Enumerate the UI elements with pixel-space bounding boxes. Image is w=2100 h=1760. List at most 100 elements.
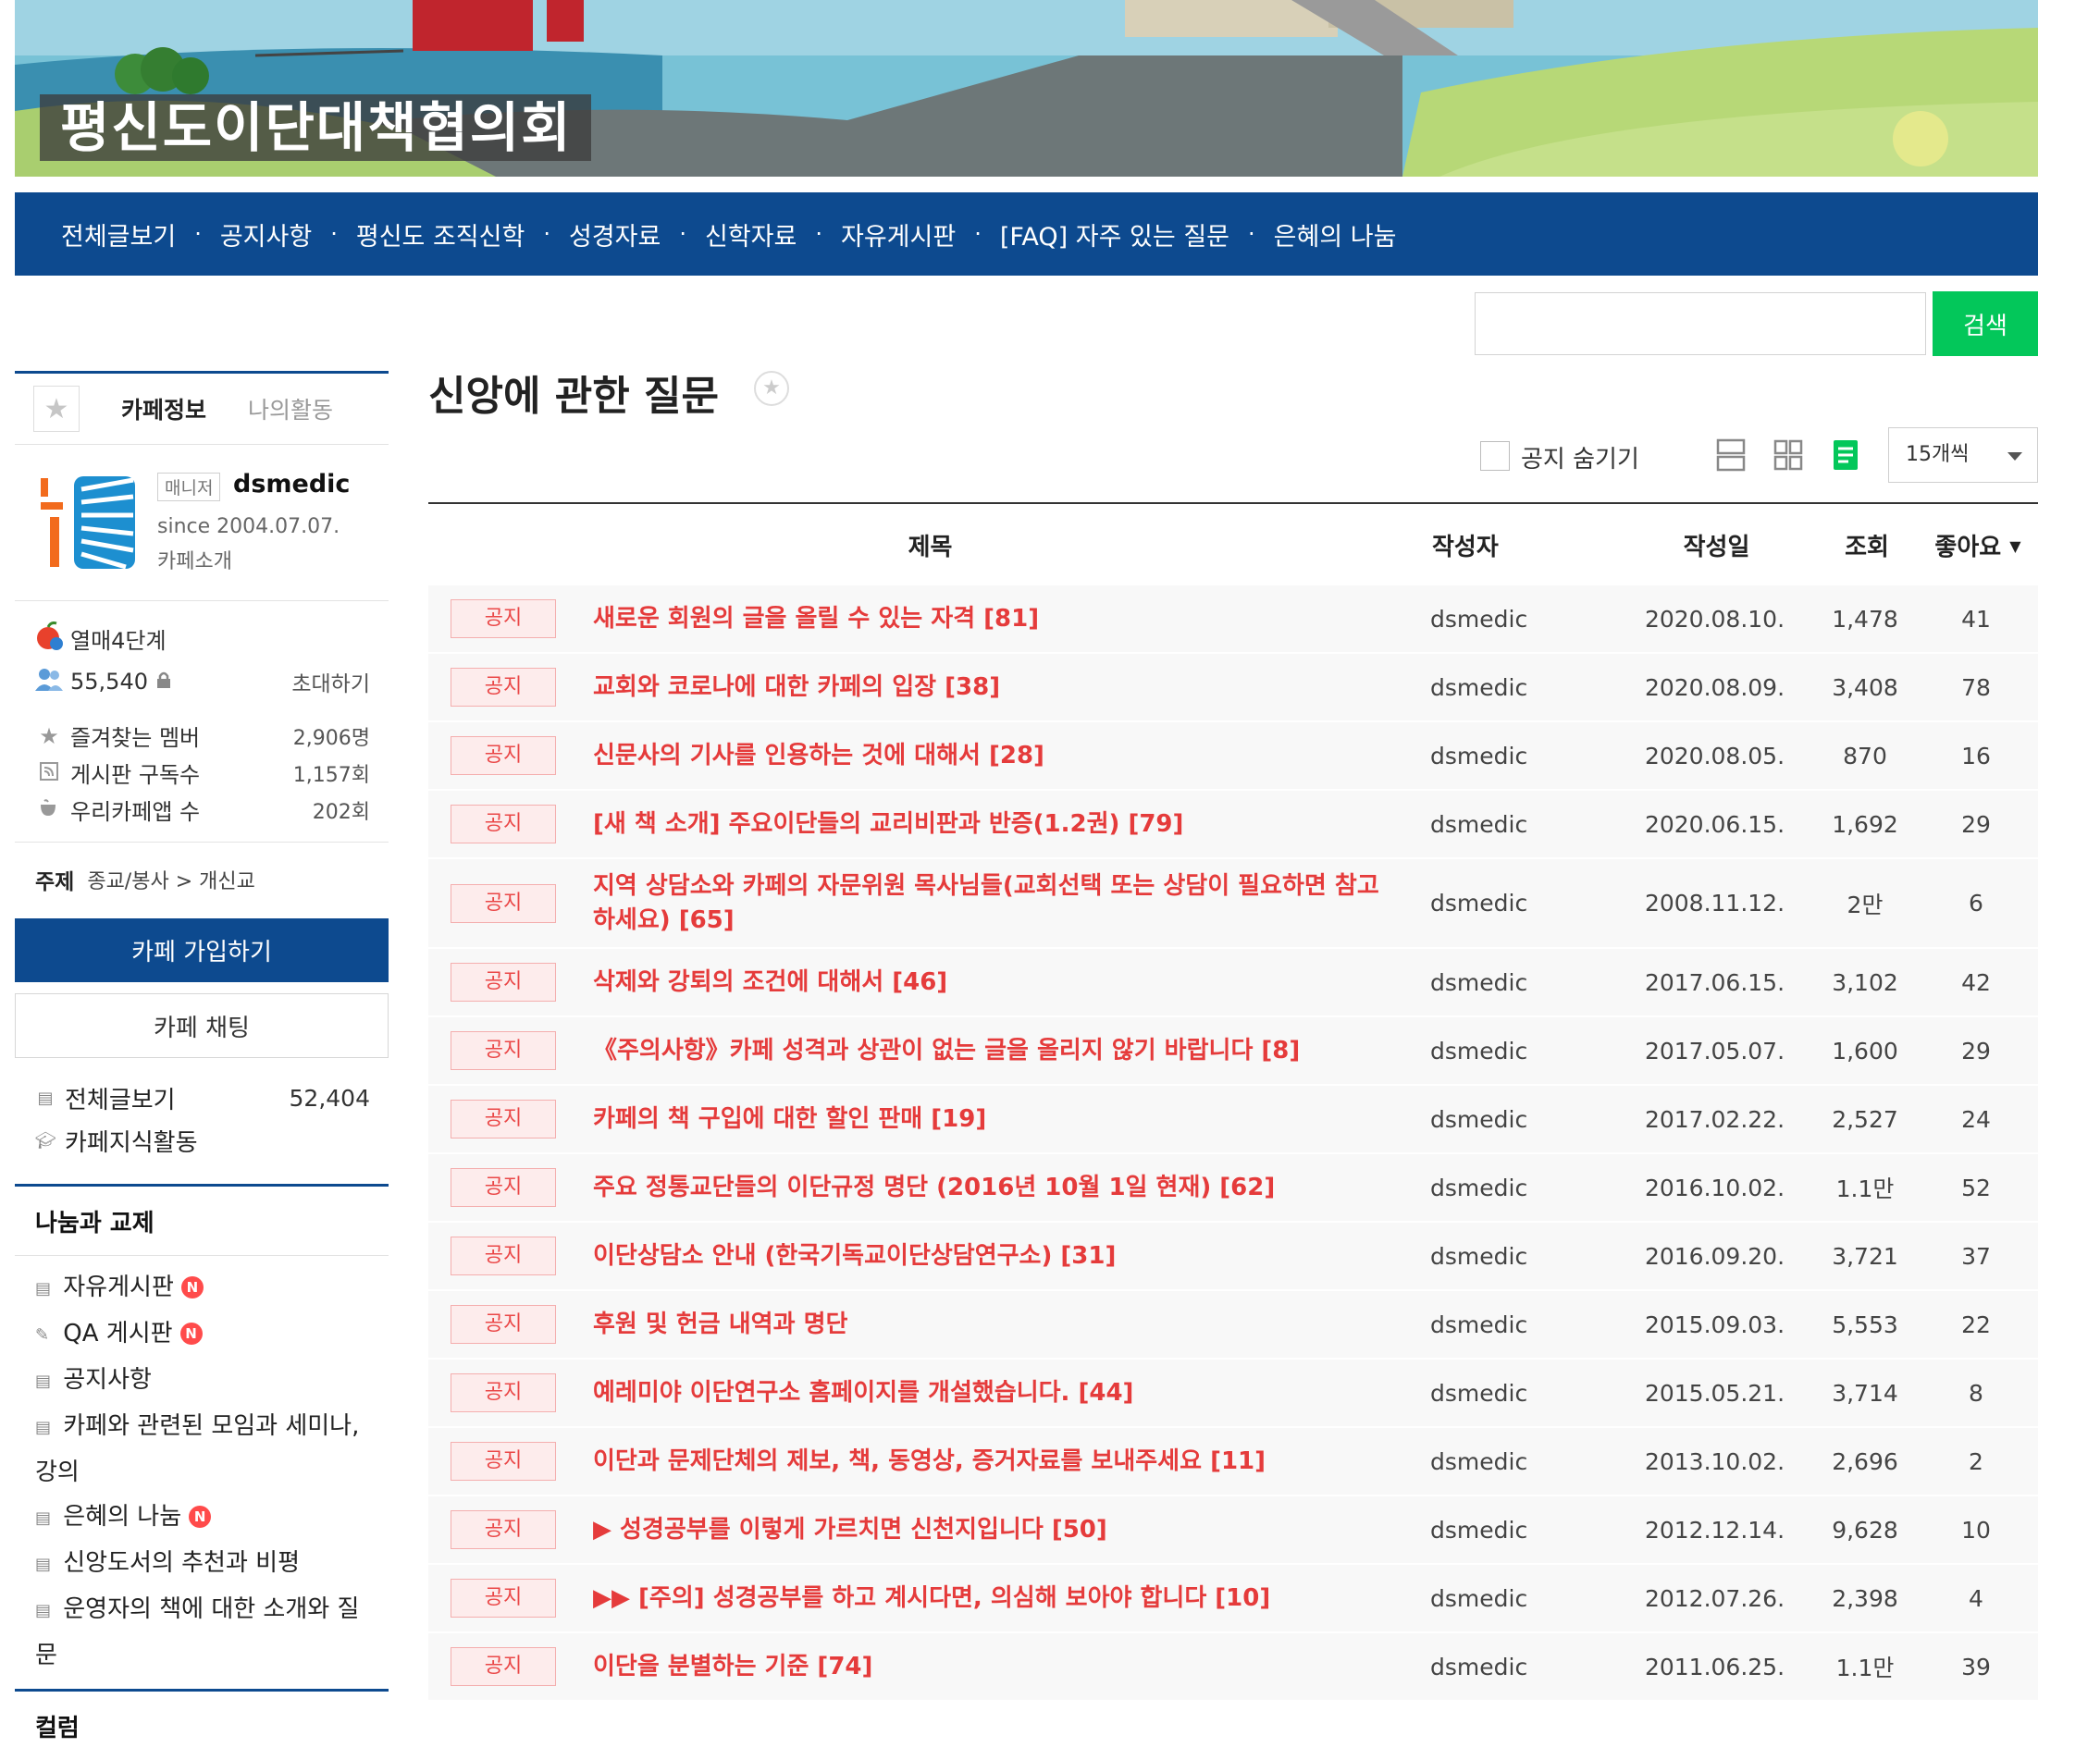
nav-separator: · [815, 221, 822, 247]
cafe-intro-link[interactable]: 카페소개 [157, 545, 232, 574]
column-likes[interactable]: 좋아요 ▼ [1918, 528, 2038, 562]
nav-item-free-board[interactable]: 자유게시판 [841, 216, 956, 252]
board-label: QA 게시판 [63, 1320, 173, 1348]
article-title-link[interactable]: ▶ 성경공부를 이렇게 가르치면 신천지입니다 [50] [593, 1513, 1393, 1547]
cafe-title[interactable]: 평신도이단대책협의회 [40, 94, 591, 161]
author-name[interactable]: dsmedic [1430, 1380, 1615, 1407]
cafe-level-row: 열매4단계 [33, 622, 370, 655]
article-title-link[interactable]: 삭제와 강퇴의 조건에 대해서 [46] [593, 966, 1393, 1000]
table-row: 공지 이단을 분별하는 기준 [74] dsmedic 2011.06.25. 1.1만… [428, 1633, 2038, 1702]
article-title-link[interactable]: 후원 및 헌금 내역과 명단 [593, 1308, 1393, 1342]
author-name[interactable]: dsmedic [1430, 811, 1615, 838]
nav-item-grace-sharing[interactable]: 은혜의 나눔 [1274, 216, 1397, 252]
hide-notice-label[interactable]: 공지 숨기기 [1521, 440, 1639, 474]
column-views: 조회 [1845, 533, 1889, 561]
author-name[interactable]: dsmedic [1430, 969, 1615, 996]
author-name[interactable]: dsmedic [1430, 1175, 1615, 1201]
author-name[interactable]: dsmedic [1430, 1517, 1615, 1544]
article-title-link[interactable]: [새 책 소개] 주요이단들의 교리비판과 반증(1.2권) [79] [593, 807, 1393, 842]
sidebar-item-book-reviews[interactable]: ▤ 신앙도서의 추천과 비평 [15, 1541, 389, 1587]
topic-label: 주제 [35, 870, 75, 894]
sidebar-item-knowledge[interactable]: 🎓︎ 카페지식활동 [15, 1119, 389, 1162]
sidebar-item-grace-sharing[interactable]: ▤ 은혜의 나눔 N [15, 1495, 389, 1541]
nav-item-all-posts[interactable]: 전체글보기 [61, 216, 176, 252]
post-date: 2013.10.02. [1644, 1447, 1785, 1475]
search-button[interactable]: 검색 [1933, 291, 2038, 356]
article-title-link[interactable]: 주요 정통교단들의 이단규정 명단 (2016년 10월 1일 현재) [62] [593, 1171, 1393, 1205]
author-name[interactable]: dsmedic [1430, 674, 1615, 701]
cafe-level[interactable]: 열매4단계 [70, 622, 167, 655]
sidebar-item-notices[interactable]: ▤ 공지사항 [15, 1358, 389, 1404]
join-cafe-button[interactable]: 카페 가입하기 [15, 918, 389, 982]
author-name[interactable]: dsmedic [1430, 1448, 1615, 1475]
author-name[interactable]: dsmedic [1430, 743, 1615, 769]
sidebar-item-free-board[interactable]: ▤ 자유게시판 N [15, 1265, 389, 1311]
cafe-chat-button[interactable]: 카페 채팅 [15, 993, 389, 1058]
board-icon: ▤ [35, 1372, 52, 1391]
view-count: 2,398 [1832, 1584, 1898, 1612]
sidebar: ★ 카페정보 나의활동 매니저 dsmedic since 2004.07.07… [15, 371, 389, 1760]
nav-separator: · [679, 221, 686, 247]
notice-badge: 공지 [451, 883, 556, 923]
author-name[interactable]: dsmedic [1430, 1654, 1615, 1680]
table-row: 공지 신문사의 기사를 인용하는 것에 대해서 [28] dsmedic 2020.0… [428, 722, 2038, 791]
view-count: 2,696 [1832, 1447, 1898, 1475]
members-icon [33, 667, 65, 696]
nav-item-theology-materials[interactable]: 신학자료 [705, 216, 797, 252]
article-title-link[interactable]: 지역 상담소와 카페의 자문위원 목사님들(교회선택 또는 상담이 필요하면 참… [593, 869, 1393, 938]
nav-item-bible-materials[interactable]: 성경자료 [569, 216, 661, 252]
table-row: 공지 [새 책 소개] 주요이단들의 교리비판과 반증(1.2권) [79] dsm… [428, 791, 2038, 859]
manager-name[interactable]: dsmedic [233, 470, 350, 498]
article-title-link[interactable]: 신문사의 기사를 인용하는 것에 대해서 [28] [593, 739, 1393, 773]
tab-my-activity[interactable]: 나의활동 [248, 392, 333, 425]
author-name[interactable]: dsmedic [1430, 1038, 1615, 1065]
article-table: 제목 작성자 작성일 조회 좋아요 ▼ 공지 새로운 회원의 글을 올릴 수 있는… [428, 502, 2038, 1702]
author-name[interactable]: dsmedic [1430, 1585, 1615, 1612]
sidebar-item-meetings[interactable]: ▤ 카페와 관련된 모임과 세미나, 강의 [15, 1404, 389, 1495]
nav-item-notices[interactable]: 공지사항 [220, 216, 312, 252]
article-title-link[interactable]: 새로운 회원의 글을 올릴 수 있는 자격 [81] [593, 602, 1393, 636]
article-title-link[interactable]: ▶▶ [주의] 성경공부를 하고 계시다면, 의심해 보아야 합니다 [10] [593, 1582, 1393, 1616]
article-title-link[interactable]: 이단과 문제단체의 제보, 책, 동영상, 증거자료를 보내주세요 [11] [593, 1445, 1393, 1479]
view-count: 9,628 [1832, 1516, 1898, 1544]
favorite-members-value: 2,906명 [292, 726, 370, 750]
sidebar-item-qa-board[interactable]: ✎ QA 게시판 N [15, 1311, 389, 1358]
article-title-link[interactable]: 교회와 코로나에 대한 카페의 입장 [38] [593, 671, 1393, 705]
sidebar-item-admin-books[interactable]: ▤ 운영자의 책에 대한 소개와 질문 [15, 1587, 389, 1678]
grid-view-icon[interactable] [1773, 437, 1804, 474]
table-row: 공지 이단과 문제단체의 제보, 책, 동영상, 증거자료를 보내주세요 [11]… [428, 1428, 2038, 1496]
author-name[interactable]: dsmedic [1430, 1106, 1615, 1133]
author-name[interactable]: dsmedic [1430, 1243, 1615, 1270]
nav-item-lay-theology[interactable]: 평신도 조직신학 [356, 216, 525, 252]
sidebar-item-all-posts[interactable]: ▤ 전체글보기 52,404 [15, 1077, 389, 1119]
article-title-link[interactable]: 이단상담소 안내 (한국기독교이단상담연구소) [31] [593, 1239, 1393, 1274]
nav-separator: · [543, 221, 550, 247]
list-view-icon[interactable] [1830, 437, 1861, 474]
subscribers-value: 1,157회 [292, 763, 370, 787]
article-title-link[interactable]: 《주의사항》카페 성격과 상관이 없는 글을 올리지 않기 바랍니다 [8] [593, 1034, 1393, 1068]
board-label: 운영자의 책에 대한 소개와 질문 [35, 1595, 360, 1669]
article-title-link[interactable]: 카페의 책 구입에 대한 할인 판매 [19] [593, 1102, 1393, 1137]
post-date: 2011.06.25. [1644, 1653, 1785, 1680]
nav-item-faq[interactable]: [FAQ] 자주 있는 질문 [1000, 216, 1229, 252]
notice-badge: 공지 [451, 1031, 556, 1070]
board-favorite-star-icon[interactable]: ★ [754, 371, 789, 406]
favorite-members-row: ★ 즐겨찾는 멤버 2,906명 [33, 720, 370, 752]
article-title-link[interactable]: 예레미야 이단연구소 홈페이지를 개설했습니다. [44] [593, 1376, 1393, 1410]
author-name[interactable]: dsmedic [1430, 1311, 1615, 1338]
topic-value[interactable]: 종교/봉사 > 개신교 [87, 865, 255, 894]
notice-badge: 공지 [451, 1237, 556, 1275]
invite-link[interactable]: 초대하기 [291, 666, 370, 697]
author-name[interactable]: dsmedic [1430, 890, 1615, 917]
search-input[interactable] [1475, 292, 1926, 355]
per-page-select[interactable]: 15개씩 [1888, 427, 2038, 483]
favorite-star-icon[interactable]: ★ [33, 386, 80, 432]
card-view-icon[interactable] [1715, 437, 1747, 474]
section-title-column: 컬럼 [15, 1689, 389, 1760]
hide-notice-checkbox[interactable] [1480, 441, 1510, 471]
board-label: 은혜의 나눔 [63, 1503, 182, 1531]
sort-caret-icon: ▼ [2009, 536, 2021, 555]
article-title-link[interactable]: 이단을 분별하는 기준 [74] [593, 1650, 1393, 1684]
tab-cafe-info[interactable]: 카페정보 [121, 392, 206, 425]
author-name[interactable]: dsmedic [1430, 606, 1615, 633]
